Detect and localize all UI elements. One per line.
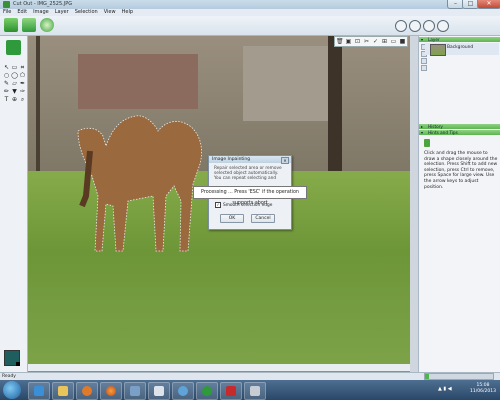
taskbar: ▲ ▮ ◀ 15:08 11/06/2013 — [0, 380, 500, 400]
help-icon[interactable] — [40, 18, 54, 32]
cancel-button[interactable]: Cancel — [251, 214, 275, 223]
layer-down-icon[interactable] — [421, 65, 427, 71]
expand-icon: ▸ — [421, 124, 424, 129]
cutout-icon — [202, 386, 212, 396]
clock[interactable]: 15:08 11/06/2013 — [470, 383, 496, 395]
document-icon — [154, 386, 164, 396]
taskbar-pdf[interactable] — [220, 382, 242, 400]
pencil-icon[interactable]: ✏ — [3, 88, 10, 95]
clock-date: 11/06/2013 — [470, 389, 496, 394]
lasso-icon[interactable]: ○ — [3, 72, 10, 79]
layer-name: Background — [447, 45, 474, 50]
layer-thumbnail — [430, 44, 446, 56]
history-header-label: History — [428, 124, 443, 129]
background-color-swatch[interactable] — [16, 362, 20, 366]
hints-text: Click and drag the mouse to draw a shape… — [424, 151, 498, 190]
taskbar-app1[interactable] — [124, 382, 146, 400]
move-icon[interactable]: ⊞ — [381, 38, 388, 45]
ok-button[interactable]: OK — [220, 214, 244, 223]
taskbar-ie[interactable] — [28, 382, 50, 400]
status-text: Ready — [2, 374, 16, 379]
settings-icon[interactable] — [395, 20, 407, 32]
save-icon[interactable] — [22, 18, 36, 32]
zoom-fit-icon[interactable]: ▭ — [390, 38, 397, 45]
pdf-icon — [226, 386, 236, 396]
right-panel: ▾ Layer ▸ History ▾ Hints and Tips — [418, 36, 500, 372]
toolbar — [0, 16, 500, 36]
menu-view[interactable]: View — [101, 9, 119, 16]
tip-icon — [424, 139, 430, 147]
check-icon[interactable]: ✓ — [372, 38, 379, 45]
taskbar-media[interactable] — [76, 382, 98, 400]
globe-icon — [178, 386, 188, 396]
firefox-icon — [106, 386, 116, 396]
system-tray[interactable]: ▲ ▮ ◀ — [438, 386, 452, 392]
start-button[interactable] — [3, 381, 21, 399]
ie-icon — [34, 386, 44, 396]
window-title: Cut Out - IMG_2525.JPG — [13, 1, 73, 7]
taskbar-app3[interactable] — [172, 382, 194, 400]
tool-panel: ↖ ▭ ⌗ ○ ◯ ⬠ ✎ ▱ ✒ ✏ ▼ ✑ T ⊕ ⌕ — [0, 36, 28, 372]
layer-panel-header[interactable]: ▾ Layer — [419, 37, 500, 42]
dialog-title: Image Inpainting — [209, 156, 291, 163]
text-tool-icon[interactable]: T — [3, 96, 10, 103]
info-icon[interactable] — [423, 20, 435, 32]
menu-file[interactable]: File — [0, 9, 14, 16]
ellipse-select-icon[interactable]: ◯ — [11, 72, 18, 79]
taskbar-explorer[interactable] — [52, 382, 74, 400]
rect-select-icon[interactable]: ▭ — [11, 64, 18, 71]
polygon-select-icon[interactable]: ⬠ — [19, 72, 26, 79]
checkbox-check-icon: ✓ — [215, 202, 221, 208]
history-panel-header[interactable]: ▸ History — [419, 124, 500, 129]
dialog-close-icon[interactable]: ✕ — [281, 157, 289, 164]
magic-wand-icon[interactable] — [6, 40, 21, 55]
fill-icon[interactable]: ▼ — [11, 88, 18, 95]
progress-fill — [425, 374, 430, 379]
processing-message: Processing ... Press 'ESC' if the operat… — [193, 186, 307, 206]
brush-icon[interactable]: ✎ — [3, 80, 10, 87]
wrench-icon[interactable] — [437, 20, 449, 32]
title-bar: Cut Out - IMG_2525.JPG – □ ✕ — [0, 0, 500, 9]
collapse-icon: ▾ — [421, 37, 424, 42]
clone-icon[interactable]: ⊕ — [11, 96, 18, 103]
layer-header-label: Layer — [428, 37, 440, 42]
dialog-message: Repair selected area or remove selected … — [214, 166, 282, 182]
taskbar-app4[interactable] — [244, 382, 266, 400]
stop-icon[interactable]: ■ — [399, 38, 406, 45]
menu-image[interactable]: Image — [30, 9, 52, 16]
app-icon-4 — [250, 386, 260, 396]
hints-header-label: Hints and Tips — [428, 130, 458, 135]
picker-icon[interactable]: ✑ — [19, 88, 26, 95]
zoom-icon[interactable]: ⌕ — [19, 96, 26, 103]
menu-help[interactable]: Help — [119, 9, 136, 16]
collapse-icon-hints: ▾ — [421, 130, 424, 135]
menu-edit[interactable]: Edit — [14, 9, 30, 16]
pen-icon[interactable]: ✒ — [19, 80, 26, 87]
menu-selection[interactable]: Selection — [72, 9, 101, 16]
tool-icon[interactable] — [409, 20, 421, 32]
progress-bar — [424, 373, 494, 380]
crop-icon[interactable]: ⌗ — [19, 64, 26, 71]
app-icon — [3, 1, 10, 8]
delete-icon[interactable]: 🗑 — [336, 38, 344, 45]
menu-layer[interactable]: Layer — [52, 9, 72, 16]
hints-panel-header[interactable]: ▾ Hints and Tips — [419, 130, 500, 135]
window-icon — [130, 386, 140, 396]
taskbar-firefox[interactable] — [100, 382, 122, 400]
menu-bar: File Edit Image Layer Selection View Help — [0, 9, 500, 16]
cut-icon[interactable]: ✂ — [363, 38, 370, 45]
horizontal-scrollbar[interactable] — [28, 364, 410, 371]
canvas-toolbar: 🗑 ▣ ⊡ ✂ ✓ ⊞ ▭ ■ — [334, 36, 408, 47]
layer-up-icon[interactable] — [421, 58, 427, 64]
taskbar-app2[interactable] — [148, 382, 170, 400]
select-all-icon[interactable]: ⊡ — [354, 38, 361, 45]
eraser-icon[interactable]: ▱ — [11, 80, 18, 87]
fit-icon[interactable]: ▣ — [345, 38, 352, 45]
open-icon[interactable] — [4, 18, 18, 32]
move-tool-icon[interactable]: ↖ — [3, 64, 10, 71]
close-button[interactable]: ✕ — [477, 0, 500, 9]
taskbar-cutout[interactable] — [196, 382, 218, 400]
folder-icon — [58, 386, 68, 396]
media-icon — [82, 386, 92, 396]
